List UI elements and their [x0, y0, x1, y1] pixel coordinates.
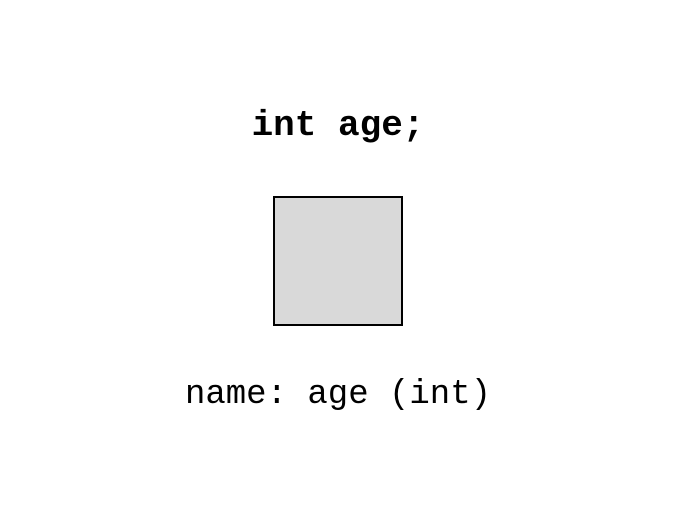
variable-declaration: int age; — [252, 105, 425, 146]
memory-box — [273, 196, 403, 326]
variable-label: name: age (int) — [185, 376, 491, 414]
